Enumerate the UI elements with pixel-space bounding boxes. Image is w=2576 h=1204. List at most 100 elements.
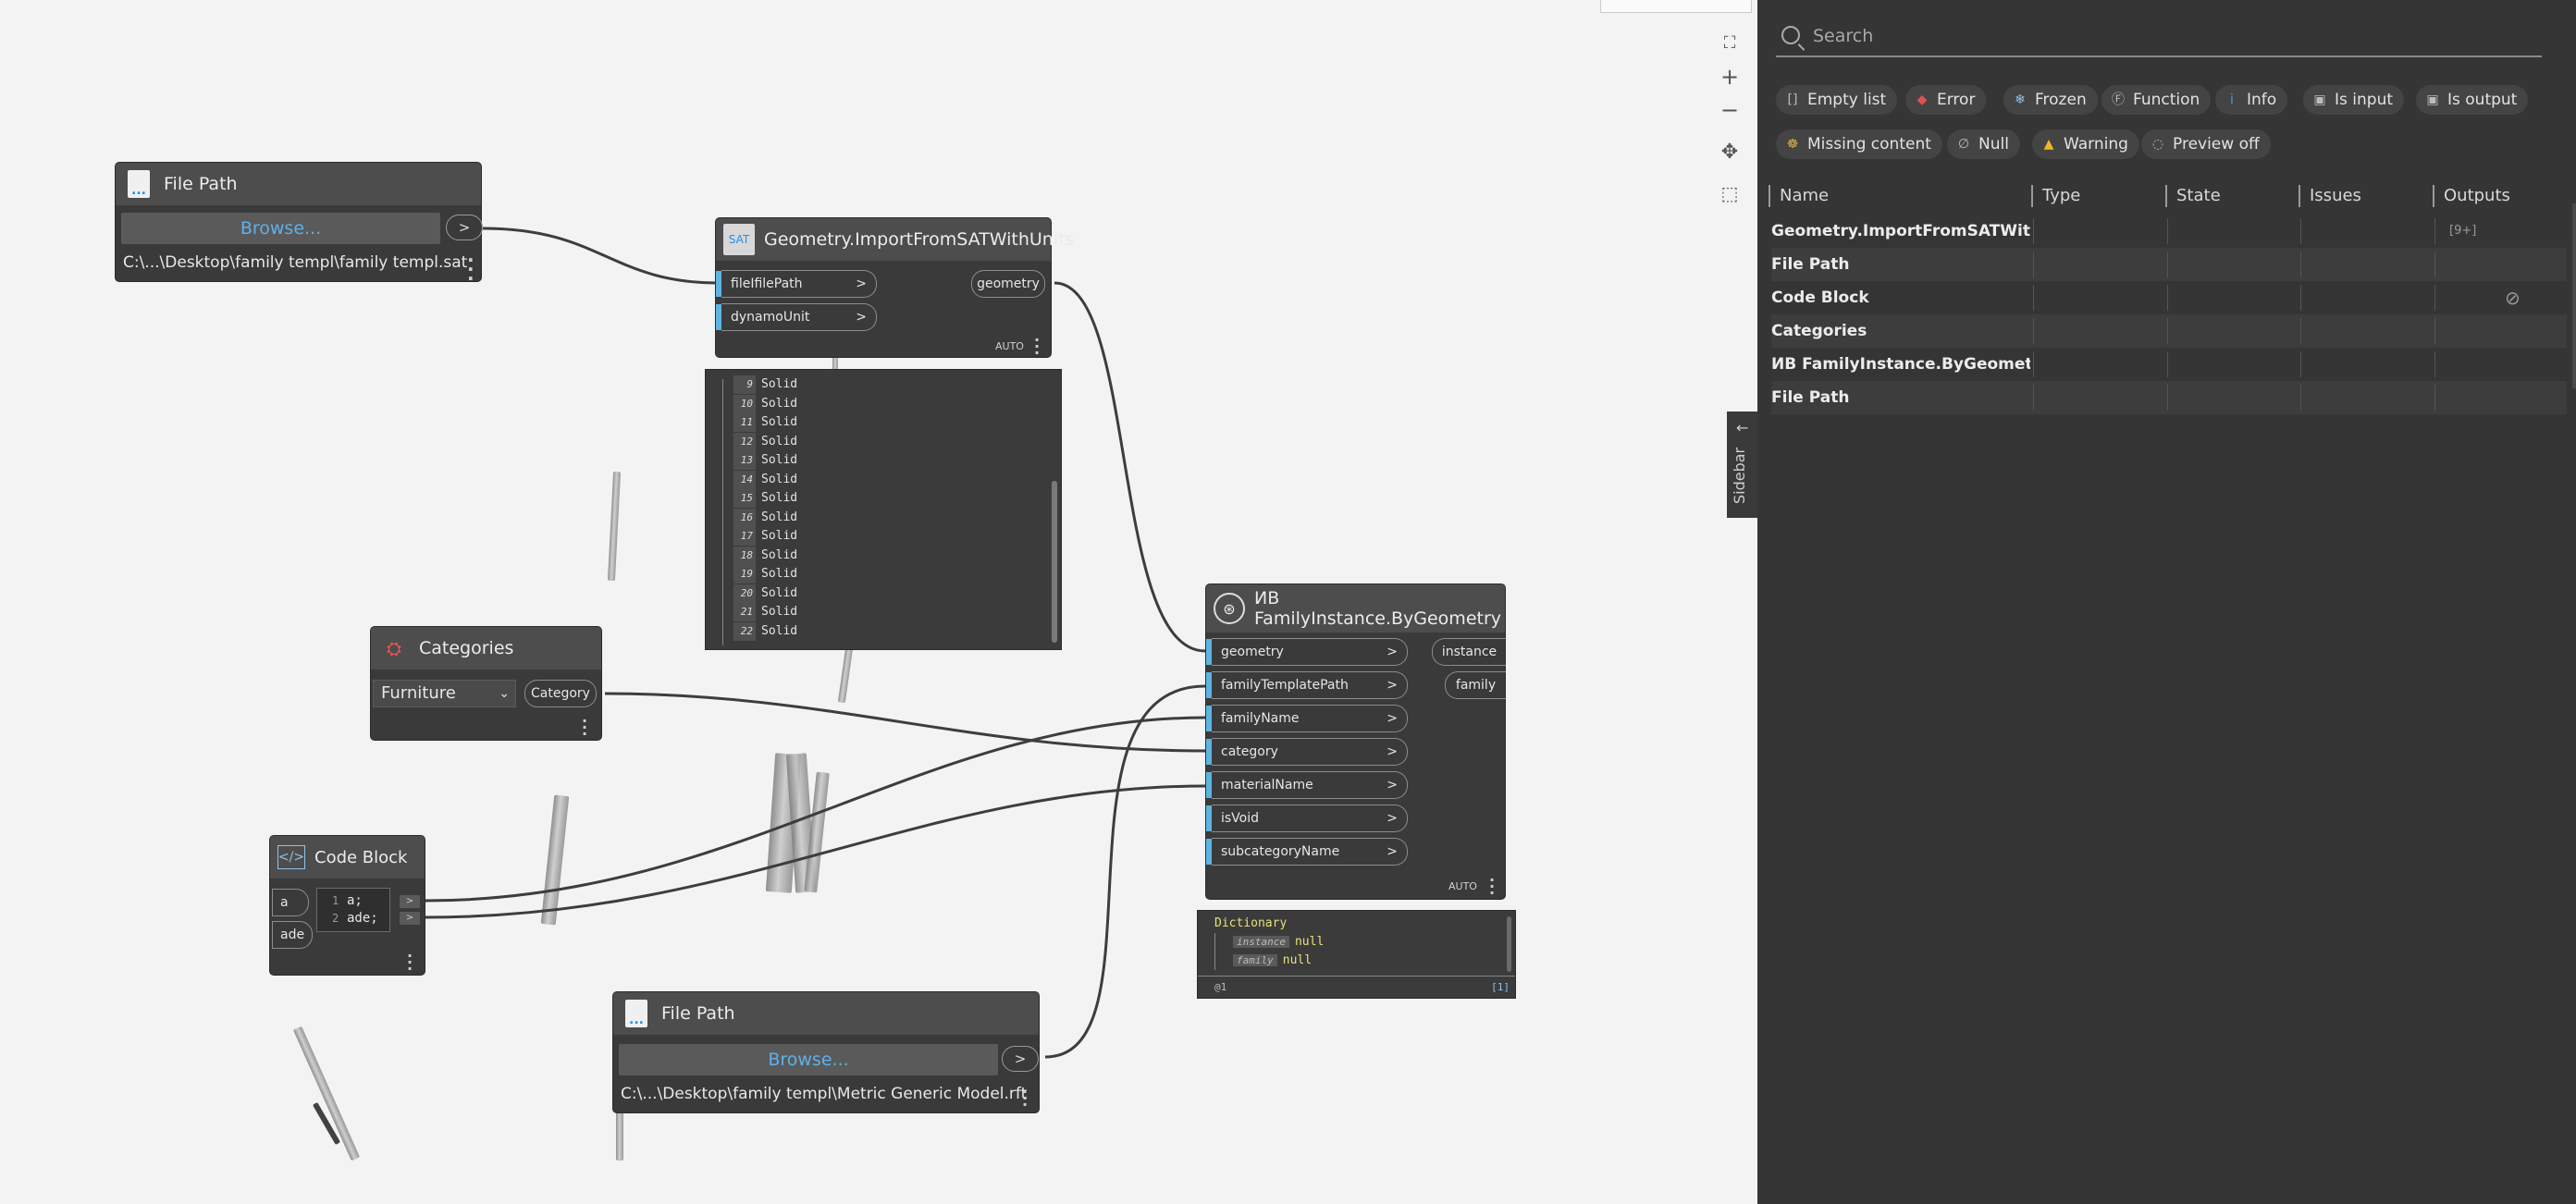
- category-dropdown[interactable]: Furniture ⌄: [373, 680, 516, 707]
- fit-view-icon[interactable]: ⛶: [1711, 28, 1748, 61]
- filter-label: Is output: [2447, 91, 2518, 109]
- table-row[interactable]: ИВ FamilyInstance.ByGeometry: [1771, 348, 2567, 381]
- file-path-node-2[interactable]: File Path Browse... > C:\...\Desktop\fam…: [613, 992, 1039, 1112]
- browse-button[interactable]: Browse...: [121, 213, 440, 244]
- filter-chip-warning[interactable]: ▲ Warning: [2032, 129, 2139, 159]
- table-row[interactable]: Code Block ⊘: [1771, 281, 2567, 314]
- row-output[interactable]: ⊘: [2505, 281, 2521, 314]
- categories-node[interactable]: ⛭ Categories Furniture ⌄ Category · · ·: [371, 627, 601, 742]
- filter-chip-is-output[interactable]: ▣ Is output: [2416, 85, 2529, 115]
- filter-chip-preview-off[interactable]: ◌ Preview off: [2141, 129, 2271, 159]
- list-value: Solid: [761, 434, 798, 448]
- 3d-view-icon[interactable]: ⬚: [1711, 178, 1748, 211]
- import-sat-preview[interactable]: 9 Solid 10 Solid 11 Solid 12 Solid 13 Solid 14 Soli…: [705, 369, 1062, 650]
- row-name: ИВ FamilyInstance.ByGeometry: [1771, 355, 2030, 374]
- family-instance-preview[interactable]: Dictionary instance null family null @1 [1…: [1197, 910, 1516, 999]
- node-header[interactable]: ⛭ Categories: [371, 627, 601, 670]
- column-state[interactable]: State: [2165, 185, 2295, 207]
- preview-scrollbar[interactable]: [1507, 916, 1511, 972]
- list-index: 14: [733, 470, 756, 489]
- filter-chip-is-input[interactable]: ▣ Is input: [2303, 85, 2405, 115]
- table-row[interactable]: File Path: [1771, 248, 2567, 281]
- filter-chip-null[interactable]: ∅ Null: [1947, 129, 2020, 159]
- node-menu-icon[interactable]: · · ·: [1022, 1085, 1028, 1112]
- output-port-geometry[interactable]: geometry: [971, 270, 1045, 298]
- input-port-subcategoryname[interactable]: subcategoryName >: [1206, 838, 1408, 866]
- node-header[interactable]: SAT Geometry.ImportFromSATWithUnits: [716, 218, 1074, 261]
- output-port-instance[interactable]: instance: [1432, 638, 1506, 666]
- column-name[interactable]: Name: [1769, 185, 2028, 207]
- import-sat-node[interactable]: SAT Geometry.ImportFromSATWithUnits file…: [716, 218, 1074, 361]
- input-port-ade[interactable]: ade: [272, 921, 313, 949]
- code-block-node[interactable]: </> Code Block a ade 1 2 a; ade; > > · · ·: [270, 836, 425, 977]
- filter-chip-function[interactable]: Ⓕ Function: [2101, 85, 2212, 115]
- node-title: File Path: [164, 174, 238, 194]
- filter-label: Empty list: [1807, 91, 1887, 109]
- node-header[interactable]: </> Code Block: [270, 836, 425, 878]
- graph-canvas[interactable]: File Path Browse... > C:\...\Desktop\fam…: [0, 0, 1757, 1204]
- input-port-familytemplatepath[interactable]: familyTemplatePath >: [1206, 671, 1408, 699]
- node-title: File Path: [661, 1003, 735, 1024]
- output-port-category[interactable]: Category: [524, 680, 597, 707]
- node-menu-icon[interactable]: · · ·: [582, 714, 587, 742]
- column-outputs[interactable]: Outputs: [2433, 185, 2562, 207]
- column-issues[interactable]: Issues: [2299, 185, 2428, 207]
- zoom-out-icon[interactable]: −: [1711, 94, 1748, 128]
- table-row[interactable]: File Path: [1771, 381, 2567, 414]
- input-port-geometry[interactable]: geometry >: [1206, 638, 1408, 666]
- output-port[interactable]: >: [400, 912, 420, 925]
- input-port-isvoid[interactable]: isVoid >: [1206, 805, 1408, 832]
- sidebar-toggle[interactable]: ← Sidebar: [1727, 412, 1757, 518]
- zoom-in-icon[interactable]: +: [1711, 61, 1748, 94]
- panel-scrollbar[interactable]: [2572, 203, 2576, 388]
- file-path-node-1[interactable]: File Path Browse... > C:\...\Desktop\fam…: [116, 163, 483, 288]
- input-port-a[interactable]: a: [272, 889, 309, 916]
- table-row[interactable]: Categories: [1771, 314, 2567, 348]
- node-menu-icon[interactable]: · · ·: [467, 251, 475, 288]
- node-menu-icon[interactable]: · · ·: [1034, 333, 1040, 361]
- preview-list-item: 9 Solid: [733, 375, 797, 394]
- list-value: Solid: [761, 623, 798, 638]
- lacing-label[interactable]: AUTO: [995, 340, 1024, 352]
- output-port-family[interactable]: family: [1445, 671, 1506, 699]
- table-row[interactable]: Geometry.ImportFromSATWithUnits [9+]: [1771, 215, 2567, 248]
- preview-scrollbar[interactable]: [1052, 481, 1057, 643]
- column-type[interactable]: Type: [2031, 185, 2161, 207]
- node-header[interactable]: ⊛ ИВ FamilyInstance.ByGeometry: [1206, 584, 1505, 633]
- output-port[interactable]: >: [446, 215, 483, 240]
- node-menu-icon[interactable]: · · ·: [1489, 873, 1495, 901]
- filter-chip-missing-content[interactable]: ☸ Missing content: [1776, 129, 1942, 159]
- input-port-filepath[interactable]: fileIfilePath >: [716, 270, 877, 298]
- view-toggle[interactable]: [1600, 0, 1752, 13]
- pan-icon[interactable]: ✥: [1711, 137, 1748, 170]
- output-port[interactable]: >: [1002, 1046, 1039, 1072]
- node-header[interactable]: File Path: [613, 992, 1039, 1035]
- list-value: Solid: [761, 585, 798, 600]
- column-divider: [2300, 218, 2301, 244]
- code-editor[interactable]: 1 2 a; ade;: [316, 888, 390, 932]
- node-title: ИВ FamilyInstance.ByGeometry: [1254, 588, 1502, 629]
- input-port-familyname[interactable]: familyName >: [1206, 705, 1408, 732]
- input-port-dynamounit[interactable]: dynamoUnit >: [716, 303, 877, 331]
- column-divider: [2033, 218, 2034, 244]
- output-port[interactable]: >: [400, 895, 420, 908]
- browse-button[interactable]: Browse...: [619, 1044, 998, 1075]
- filter-chip-error[interactable]: ◆ Error: [1905, 85, 1987, 115]
- input-port-category[interactable]: category >: [1206, 738, 1408, 766]
- node-header[interactable]: File Path: [116, 163, 481, 205]
- node-menu-icon[interactable]: · · ·: [407, 949, 413, 977]
- list-index: 11: [733, 413, 756, 432]
- input-port-materialname[interactable]: materialName >: [1206, 771, 1408, 799]
- file-path-value: C:\...\Desktop\family templ\Metric Gener…: [621, 1085, 1028, 1103]
- search-input[interactable]: [1813, 22, 2534, 50]
- column-divider: [2167, 252, 2168, 277]
- filter-chip-frozen[interactable]: ❄ Frozen: [2003, 85, 2098, 115]
- list-value: Solid: [761, 547, 798, 562]
- family-instance-node[interactable]: ⊛ ИВ FamilyInstance.ByGeometry instance …: [1206, 584, 1506, 901]
- search-box[interactable]: [1776, 17, 2542, 57]
- list-index: 17: [733, 527, 756, 546]
- lacing-label[interactable]: AUTO: [1448, 880, 1477, 892]
- filter-chip-empty-list[interactable]: [] Empty list: [1776, 85, 1898, 115]
- row-output[interactable]: [9+]: [2449, 215, 2476, 248]
- filter-chip-info[interactable]: i Info: [2215, 85, 2288, 115]
